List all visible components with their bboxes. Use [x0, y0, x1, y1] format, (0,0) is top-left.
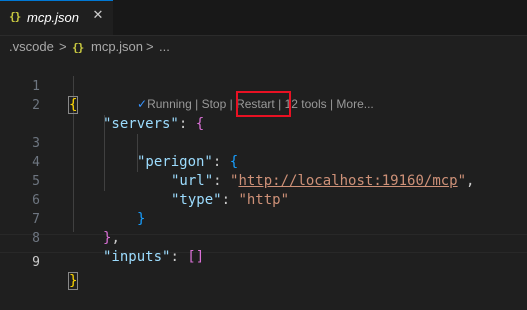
- code-line: 8 "inputs": []: [0, 210, 527, 265]
- line-number: 9: [32, 255, 40, 270]
- code-line: 7 },: [0, 191, 527, 246]
- codelens-separator: |: [195, 97, 199, 111]
- restart-button[interactable]: Restart: [236, 97, 275, 111]
- json-file-icon: {}: [72, 41, 84, 54]
- breadcrumb-file[interactable]: mcp.json: [91, 39, 143, 54]
- tab-label: mcp.json: [27, 10, 80, 25]
- code-line: 9 }: [0, 234, 527, 290]
- json-file-icon: {}: [9, 10, 21, 23]
- chevron-right-icon: >: [146, 39, 154, 54]
- tools-button[interactable]: 12 tools: [285, 97, 327, 111]
- tab-bar: {} mcp.json ✕: [0, 0, 527, 36]
- more-button[interactable]: More...: [336, 97, 373, 111]
- chevron-right-icon: >: [59, 39, 67, 54]
- code-line: 4 "url": "http://localhost:19160/mcp",: [0, 134, 527, 189]
- stop-button[interactable]: Stop: [202, 97, 227, 111]
- codelens-separator: |: [229, 97, 233, 111]
- line-number: 2: [32, 98, 40, 113]
- status-running[interactable]: Running: [147, 97, 192, 111]
- breadcrumb: .vscode > {} mcp.json > ...: [0, 36, 527, 58]
- codelens-separator: |: [329, 97, 334, 111]
- check-icon: ✓: [137, 97, 148, 111]
- code-line: 1 {: [0, 58, 527, 114]
- close-icon[interactable]: ✕: [90, 8, 106, 24]
- code-line: 5 "type": "http": [0, 153, 527, 208]
- breadcrumb-more[interactable]: ...: [159, 39, 170, 54]
- mcp-server-codelens: ✓Running | Stop | Restart | 12 tools | M…: [137, 97, 374, 113]
- code-line: 6 }: [0, 172, 527, 227]
- breadcrumb-folder[interactable]: .vscode: [9, 39, 54, 54]
- code-line: 2 "servers": {: [0, 77, 527, 132]
- tab-mcp-json[interactable]: {} mcp.json ✕: [0, 0, 113, 35]
- codelens-separator: |: [278, 97, 282, 111]
- code-line: 3 "perigon": {: [0, 115, 527, 170]
- code-editor[interactable]: 1 { 2 "servers": { 3 "perigon": { 4 "url…: [0, 58, 527, 290]
